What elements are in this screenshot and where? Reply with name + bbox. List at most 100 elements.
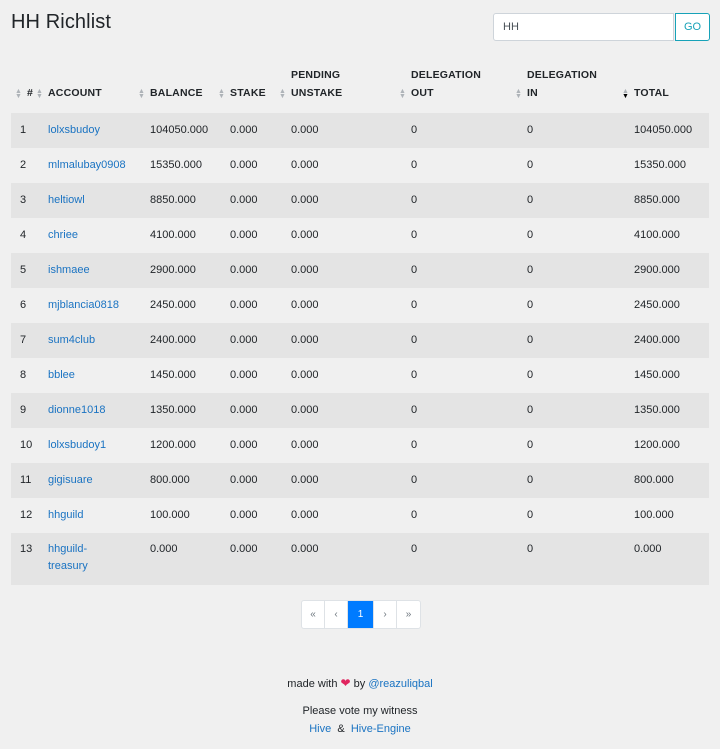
page-next-button[interactable]: › — [374, 601, 397, 628]
search-input[interactable] — [493, 13, 674, 41]
account-link[interactable]: heltiowl — [48, 194, 85, 206]
cell-pending-unstake: 0.000 — [291, 229, 319, 241]
cell-delegation-in: 0 — [527, 509, 534, 521]
sort-icon: ▲ ▼ — [138, 88, 146, 100]
column-header-delegation-out[interactable]: ▲ ▼ DELEGATION OUT — [399, 66, 527, 113]
cell-total: 2450.000 — [634, 299, 680, 311]
cell-balance: 0.000 — [150, 533, 230, 585]
cell-balance: 2900.000 — [150, 253, 230, 288]
cell-account: hhguild — [48, 498, 150, 533]
heart-icon: ❤ — [340, 676, 351, 690]
cell-delegation-out: 0 — [411, 463, 527, 498]
author-link[interactable]: @reazuliqbal — [368, 678, 432, 690]
column-header-label: UNSTAKE — [291, 87, 343, 99]
cell-stake: 0.000 — [230, 159, 258, 171]
account-link[interactable]: bblee — [48, 369, 75, 381]
sort-icon: ▲ ▼ — [36, 88, 44, 100]
cell-stake: 0.000 — [230, 533, 291, 585]
cell-delegation-out: 0 — [411, 439, 418, 451]
account-link[interactable]: mlmalubay0908 — [48, 159, 126, 171]
account-link[interactable]: dionne1018 — [48, 404, 106, 416]
cell-pending-unstake: 0.000 — [291, 113, 411, 148]
sort-icon: ▲ ▼ — [218, 88, 226, 100]
account-link[interactable]: mjblancia0818 — [48, 299, 119, 311]
cell-total: 800.000 — [634, 463, 709, 498]
cell-delegation-in: 0 — [527, 183, 634, 218]
account-link[interactable]: sum4club — [48, 334, 95, 346]
footer-credit: made with ❤ by @reazuliqbal — [0, 676, 720, 690]
cell-delegation-out: 0 — [411, 369, 418, 381]
cell-balance: 1200.000 — [150, 439, 196, 451]
column-header-label: DELEGATION — [527, 69, 598, 81]
cell-pending-unstake: 0.000 — [291, 509, 319, 521]
go-button[interactable]: GO — [675, 13, 710, 41]
table-row: 4 chriee 4100.000 0.000 0.000 0 0 4100.000 — [11, 218, 709, 253]
column-header-label: BALANCE — [150, 87, 203, 99]
cell-balance: 4100.000 — [150, 229, 196, 241]
hive-engine-link[interactable]: Hive-Engine — [351, 723, 411, 735]
account-link[interactable]: gigisuare — [48, 474, 93, 486]
cell-pending-unstake: 0.000 — [291, 159, 319, 171]
cell-pending-unstake: 0.000 — [291, 463, 411, 498]
page-prev-button[interactable]: ‹ — [325, 601, 348, 628]
made-with-text: made with — [287, 678, 338, 690]
cell-delegation-out: 0 — [411, 113, 527, 148]
column-header-label: OUT — [411, 87, 434, 99]
hive-link[interactable]: Hive — [309, 723, 331, 735]
pagination: « ‹ 1 › » — [301, 600, 421, 629]
cell-total: 2900.000 — [634, 253, 709, 288]
cell-delegation-in: 0 — [527, 533, 634, 585]
cell-stake: 0.000 — [230, 299, 258, 311]
cell-balance: 1350.000 — [150, 393, 230, 428]
account-link[interactable]: hhguild-treasury — [48, 541, 108, 575]
cell-rank: 4 — [20, 229, 27, 241]
cell-total: 1200.000 — [634, 439, 680, 451]
account-link[interactable]: lolxsbudoy1 — [48, 439, 106, 451]
account-link[interactable]: hhguild — [48, 509, 83, 521]
ampersand-text: & — [337, 723, 345, 735]
column-header-label: PENDING — [291, 69, 341, 81]
cell-account: lolxsbudoy1 — [48, 428, 150, 463]
cell-account: sum4club — [48, 323, 150, 358]
footer-links: Hive & Hive-Engine — [0, 723, 720, 735]
account-link[interactable]: ishmaee — [48, 264, 90, 276]
account-link[interactable]: chriee — [48, 229, 78, 241]
column-header-delegation-in[interactable]: ▲ ▼ DELEGATION IN — [515, 66, 634, 113]
page-last-button[interactable]: » — [397, 601, 420, 628]
cell-stake: 0.000 — [230, 369, 258, 381]
cell-delegation-out: 0 — [411, 393, 527, 428]
cell-delegation-out: 0 — [411, 509, 418, 521]
page-first-button[interactable]: « — [302, 601, 325, 628]
table-row: 9 dionne1018 1350.000 0.000 0.000 0 0 1350.000 — [11, 393, 709, 428]
cell-rank: 1 — [11, 113, 48, 148]
account-link[interactable]: lolxsbudoy — [48, 124, 100, 136]
column-header-account[interactable]: ▲ ▼ ACCOUNT — [36, 66, 150, 113]
cell-pending-unstake: 0.000 — [291, 183, 411, 218]
cell-delegation-out: 0 — [411, 299, 418, 311]
table-row: 8 bblee 1450.000 0.000 0.000 0 0 1450.000 — [11, 358, 709, 393]
column-header-label: IN — [527, 87, 538, 99]
cell-delegation-out: 0 — [411, 253, 527, 288]
sort-icon: ▲ ▼ — [15, 88, 23, 100]
table-row: 6 mjblancia0818 2450.000 0.000 0.000 0 0 2450.0… — [11, 288, 709, 323]
cell-account: bblee — [48, 358, 150, 393]
column-header-label: TOTAL — [634, 87, 670, 99]
cell-rank: 8 — [20, 369, 27, 381]
cell-total: 4100.000 — [634, 229, 680, 241]
cell-total: 104050.000 — [634, 113, 709, 148]
cell-rank: 13 — [11, 533, 48, 585]
richlist-table: ▲ ▼ # ▲ ▼ ACCOUNT ▲ ▼ BALANCE ▲ ▼ STAKE ▲ ▼ PENDING UNS… — [11, 66, 709, 585]
column-header-total[interactable]: ▲ ▼ TOTAL — [622, 66, 709, 113]
cell-pending-unstake: 0.000 — [291, 533, 411, 585]
cell-stake: 0.000 — [230, 323, 291, 358]
cell-account: dionne1018 — [48, 393, 150, 428]
cell-stake: 0.000 — [230, 463, 291, 498]
search-form: GO — [493, 13, 710, 41]
column-header-pending-unstake[interactable]: ▲ ▼ PENDING UNSTAKE — [279, 66, 411, 113]
cell-rank: 9 — [11, 393, 48, 428]
sort-icon: ▲ ▼ — [622, 88, 630, 100]
page-1-button[interactable]: 1 — [348, 601, 374, 628]
cell-rank: 7 — [11, 323, 48, 358]
cell-pending-unstake: 0.000 — [291, 299, 319, 311]
cell-delegation-out: 0 — [411, 159, 418, 171]
